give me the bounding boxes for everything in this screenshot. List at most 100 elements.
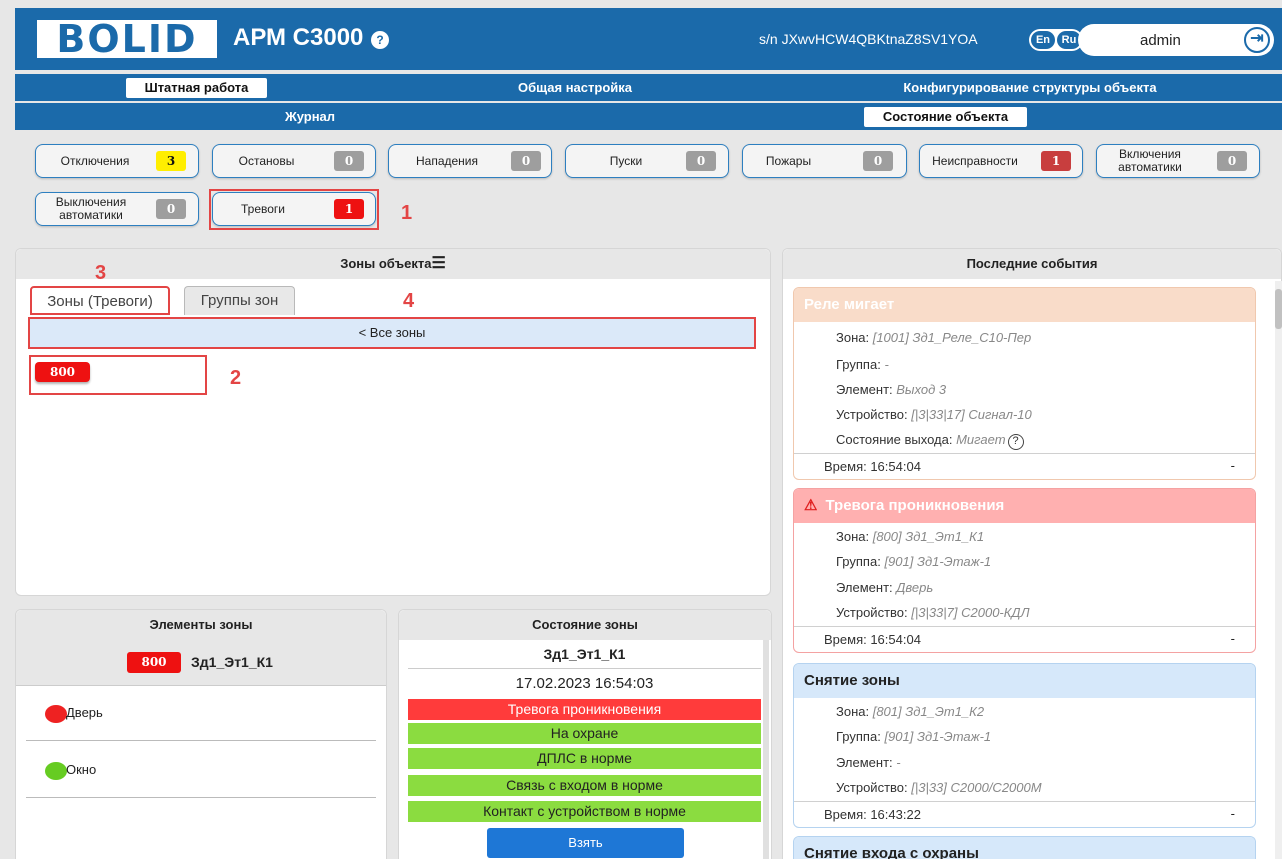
counter-value: 0	[511, 151, 541, 171]
logo-text: BOLID	[56, 17, 198, 61]
event-field: Элемент: Выход 3	[836, 382, 947, 397]
counter-automation-off[interactable]: Выключения автоматики 0	[35, 192, 199, 226]
event-field: Элемент: Дверь	[836, 580, 934, 595]
event-field: Зона: [1001] Зд1_Реле_С10-Пер	[836, 330, 1032, 345]
state-device-contact-ok: Контакт с устройством в норме	[408, 801, 761, 822]
element-label: Дверь	[66, 705, 103, 720]
state-scrollbar[interactable]	[763, 640, 769, 859]
counter-label: Включения автоматики	[1118, 147, 1182, 174]
event-field: Группа: [901] Зд1-Этаж-1	[836, 554, 992, 569]
event-card[interactable]: Снятие входа с охраны	[793, 836, 1256, 859]
counter-stops[interactable]: Остановы 0	[212, 144, 376, 178]
counter-value: 0	[156, 199, 186, 219]
menu-icon[interactable]: ☰	[431, 255, 445, 272]
zones-panel-title: Зоны объекта	[340, 256, 432, 271]
user-box: admin ⇥	[1078, 24, 1274, 56]
counter-value: 0	[1217, 151, 1247, 171]
element-row[interactable]: Окно	[26, 742, 376, 798]
counter-disconnections[interactable]: Отключения 3	[35, 144, 199, 178]
element-label: Окно	[66, 762, 97, 777]
event-card[interactable]: ⚠ Тревога проникновения Зона: [800] Зд1_Э…	[793, 488, 1256, 653]
sensor-state-icon	[45, 762, 67, 780]
annotation-4: 4	[403, 290, 415, 312]
counter-label: Остановы	[238, 153, 295, 168]
state-intrusion-alarm: Тревога проникновения	[408, 699, 761, 720]
zone-number-badge: 800	[127, 652, 181, 673]
annotation-box-1	[209, 189, 379, 230]
language-switch[interactable]: En Ru	[1029, 29, 1083, 51]
event-field: Устройство: [|3|33|17] Сигнал-10	[836, 407, 1032, 422]
event-title: Снятие зоны	[794, 664, 1255, 698]
annotation-1: 1	[401, 202, 413, 224]
event-field: Устройство: [|3|33|7] С2000-КДЛ	[836, 605, 1030, 620]
help-icon[interactable]: ?	[371, 31, 389, 49]
arm-button[interactable]: Взять	[487, 828, 684, 858]
tab-journal[interactable]: Журнал	[265, 107, 355, 127]
events-scrollbar[interactable]	[1275, 281, 1282, 859]
main-nav: Штатная работа Общая настройка Конфигури…	[15, 74, 1282, 101]
counter-automation-on[interactable]: Включения автоматики 0	[1096, 144, 1260, 178]
zone-state-header: Состояние зоны	[399, 610, 771, 640]
event-time-row: Время: 16:43:22-	[794, 801, 1255, 827]
sub-nav: Журнал Состояние объекта	[15, 103, 1282, 130]
state-link-ok: Связь с входом в норме	[408, 775, 761, 796]
nav-general-settings[interactable]: Общая настройка	[495, 78, 655, 98]
event-time-row: Время: 16:54:04-	[794, 626, 1255, 652]
serial-number: s/n JXwvHCW4QBKtnaZ8SV1YOA	[759, 31, 978, 47]
event-field: Группа: [901] Зд1-Этаж-1	[836, 729, 992, 744]
event-title: Реле мигает	[794, 288, 1255, 322]
element-row[interactable]: Дверь	[26, 685, 376, 741]
event-card[interactable]: Снятие зоны Зона: [801] Зд1_Эт1_К2 Групп…	[793, 663, 1256, 828]
bolid-logo: BOLID	[37, 20, 217, 58]
counter-value: 3	[156, 151, 186, 171]
annotation-3: 3	[95, 262, 107, 284]
counter-label: Пуски	[609, 153, 643, 168]
state-armed: На охране	[408, 723, 761, 744]
counter-value: 1	[1041, 151, 1071, 171]
counter-label: Отключения	[60, 153, 130, 168]
counter-faults[interactable]: Неисправности 1	[919, 144, 1083, 178]
counter-value: 0	[686, 151, 716, 171]
annotation-2: 2	[230, 367, 242, 389]
event-field: Устройство: [|3|33] С2000/С2000М	[836, 780, 1042, 795]
tab-zones-alarms[interactable]: Зоны (Тревоги)	[30, 286, 170, 315]
top-header: BOLID АРМ С3000 ? s/n JXwvHCW4QBKtnaZ8SV…	[15, 8, 1282, 70]
events-panel-header: Последние события	[783, 249, 1281, 279]
event-field: Группа: -	[836, 357, 889, 372]
zones-panel-header: Зоны объекта☰	[16, 249, 770, 279]
zone-elements-subheader: 800 Зд1_Эт1_К1	[16, 640, 386, 686]
counter-starts[interactable]: Пуски 0	[565, 144, 729, 178]
counter-label: Выключения автоматики	[55, 195, 127, 222]
state-dpls-ok: ДПЛС в норме	[408, 748, 761, 769]
help-circle-icon[interactable]: ?	[1007, 434, 1024, 450]
zone-chip[interactable]: 800	[35, 362, 90, 382]
tab-object-state[interactable]: Состояние объекта	[864, 107, 1027, 127]
all-zones-button[interactable]: < Все зоны	[28, 317, 756, 349]
event-field: Зона: [801] Зд1_Эт1_К2	[836, 704, 985, 719]
counter-label: Нападения	[415, 153, 478, 168]
nav-object-structure[interactable]: Конфигурирование структуры объекта	[865, 78, 1195, 98]
event-field: Элемент: -	[836, 755, 901, 770]
sensor-state-icon	[45, 705, 67, 723]
state-zone-name: Зд1_Эт1_К1	[408, 640, 761, 669]
counter-value: 0	[334, 151, 364, 171]
zone-elements-header: Элементы зоны	[16, 610, 386, 640]
state-datetime: 17.02.2023 16:54:03	[515, 675, 654, 692]
lang-en-button[interactable]: En	[1031, 31, 1055, 49]
tab-zone-groups[interactable]: Группы зон	[184, 286, 295, 315]
counter-attacks[interactable]: Нападения 0	[388, 144, 552, 178]
scrollbar-thumb[interactable]	[1275, 289, 1282, 329]
counter-fires[interactable]: Пожары 0	[742, 144, 907, 178]
event-time-row: Время: 16:54:04-	[794, 453, 1255, 479]
counter-value: 0	[863, 151, 893, 171]
zone-name: Зд1_Эт1_К1	[191, 654, 273, 670]
nav-normal-work[interactable]: Штатная работа	[126, 78, 267, 98]
app-title: АРМ С3000	[233, 24, 364, 51]
counter-label: Пожары	[765, 153, 812, 168]
event-card[interactable]: Реле мигает Зона: [1001] Зд1_Реле_С10-Пе…	[793, 287, 1256, 480]
user-name: admin	[1140, 32, 1181, 49]
event-field: Состояние выхода: Мигает?	[836, 432, 1024, 450]
logout-icon[interactable]: ⇥	[1244, 27, 1270, 53]
event-title: ⚠ Тревога проникновения	[794, 489, 1255, 523]
event-title: Снятие входа с охраны	[794, 837, 1255, 859]
